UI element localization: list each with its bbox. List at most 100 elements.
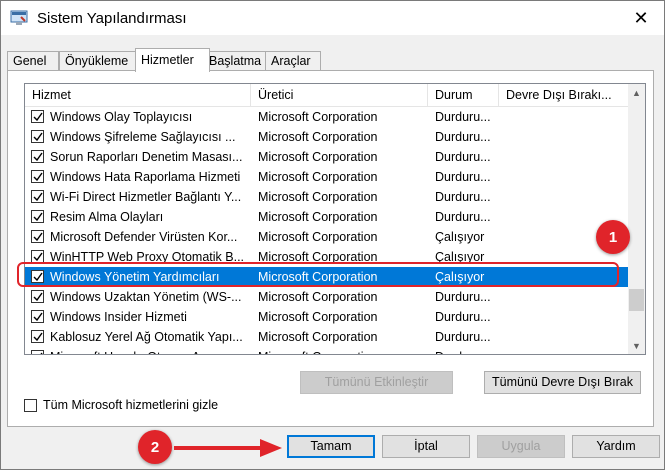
manufacturer-cell: Microsoft Corporation: [258, 150, 378, 164]
service-checkbox[interactable]: [31, 290, 44, 303]
window-title: Sistem Yapılandırması: [37, 10, 187, 27]
service-checkbox[interactable]: [31, 310, 44, 323]
status-cell: Durduru...: [435, 150, 491, 164]
disable-all-button[interactable]: Tümünü Devre Dışı Bırak: [484, 371, 641, 394]
service-checkbox[interactable]: [31, 150, 44, 163]
scrollbar-thumb[interactable]: [629, 289, 644, 311]
service-name-cell: WinHTTP Web Proxy Otomatik B...: [50, 250, 245, 264]
service-checkbox[interactable]: [31, 130, 44, 143]
checkmark-icon: [40, 352, 43, 354]
column-header-date-disabled[interactable]: Devre Dışı Bırakı...: [499, 84, 628, 106]
manufacturer-cell: Microsoft Corporation: [258, 347, 423, 354]
checkmark-icon: [33, 172, 43, 182]
list-header: Hizmet Üretici Durum Devre Dışı Bırakı..…: [25, 84, 628, 107]
vertical-scrollbar[interactable]: ▲ ▼: [628, 84, 645, 354]
table-row[interactable]: Kablosuz Yerel Ağ Otomatik Yapı... Micros…: [25, 327, 628, 347]
status-cell: Durduru...: [435, 130, 491, 144]
table-row[interactable]: Windows Olay Toplayıcısı Microsoft Corpor…: [25, 107, 628, 127]
service-checkbox[interactable]: [31, 230, 44, 243]
manufacturer-cell: Microsoft Corporation: [258, 250, 378, 264]
title-bar: Sistem Yapılandırması ✕: [1, 1, 664, 35]
status-cell: Durduru...: [435, 290, 491, 304]
table-row[interactable]: Microsoft Defender Virüsten Kor... Micros…: [25, 227, 628, 247]
checkmark-icon: [33, 152, 43, 162]
ok-button[interactable]: Tamam: [287, 435, 375, 458]
enable-all-button[interactable]: Tümünü Etkinleştir: [300, 371, 453, 394]
checkmark-icon: [33, 252, 43, 262]
table-row[interactable]: Windows Hata Raporlama Hizmeti Microsoft …: [25, 167, 628, 187]
tab-tools[interactable]: Araçlar: [265, 51, 321, 71]
tab-services[interactable]: Hizmetler: [135, 48, 210, 72]
manufacturer-cell: Microsoft Corporation: [258, 330, 378, 344]
column-header-manufacturer[interactable]: Üretici: [251, 84, 428, 106]
table-row[interactable]: Sorun Raporları Denetim Masası... Microso…: [25, 147, 628, 167]
msconfig-app-icon: [10, 10, 28, 25]
manufacturer-cell: Microsoft Corporation: [258, 210, 378, 224]
apply-button[interactable]: Uygula: [477, 435, 565, 458]
table-row[interactable]: Microsoft Hesabı Oturum Açma ... Microsof…: [25, 347, 628, 354]
checkmark-icon: [33, 312, 43, 322]
checkmark-icon: [33, 112, 43, 122]
table-row[interactable]: Windows Yönetim Yardımcıları Microsoft Co…: [25, 267, 628, 287]
service-name-cell: Windows Uzaktan Yönetim (WS-...: [50, 290, 242, 304]
service-checkbox[interactable]: [31, 270, 44, 283]
checkmark-icon: [33, 232, 43, 242]
service-checkbox[interactable]: [31, 170, 44, 183]
status-cell: Durduru...: [435, 110, 491, 124]
services-panel: Hizmet Üretici Durum Devre Dışı Bırakı..…: [7, 70, 654, 427]
hide-microsoft-services-checkbox[interactable]: [24, 399, 37, 412]
services-list[interactable]: Hizmet Üretici Durum Devre Dışı Bırakı..…: [24, 83, 646, 355]
checkmark-icon: [33, 212, 43, 222]
service-name-cell: Windows Olay Toplayıcısı: [50, 110, 193, 124]
table-row[interactable]: Wi-Fi Direct Hizmetler Bağlantı Y... Micr…: [25, 187, 628, 207]
status-cell: Durduru...: [435, 170, 491, 184]
scroll-up-arrow-icon[interactable]: ▲: [628, 84, 645, 101]
close-button[interactable]: ✕: [618, 1, 664, 35]
service-checkbox[interactable]: [31, 250, 44, 263]
service-name-cell: Resim Alma Olayları: [50, 210, 164, 224]
column-header-service[interactable]: Hizmet: [25, 84, 251, 106]
service-name-cell: Kablosuz Yerel Ağ Otomatik Yapı...: [50, 330, 243, 344]
manufacturer-cell: Microsoft Corporation: [258, 190, 378, 204]
manufacturer-cell: Microsoft Corporation: [258, 290, 378, 304]
step-badge-2: 2: [138, 430, 172, 464]
cancel-button[interactable]: İptal: [382, 435, 470, 458]
manufacturer-cell: Microsoft Corporation: [258, 110, 378, 124]
service-checkbox[interactable]: [31, 330, 44, 343]
table-row[interactable]: WinHTTP Web Proxy Otomatik B... Microsoft…: [25, 247, 628, 267]
manufacturer-cell: Microsoft Corporation: [258, 170, 378, 184]
status-cell: Çalışıyor: [435, 250, 485, 264]
tab-boot[interactable]: Önyükleme: [59, 51, 136, 71]
close-icon[interactable]: ✕: [633, 8, 648, 29]
status-cell: Durduru...: [435, 310, 491, 324]
status-cell: Durduru...: [435, 330, 491, 344]
service-name-cell: Windows Şifreleme Sağlayıcısı ...: [50, 130, 236, 144]
help-button[interactable]: Yardım: [572, 435, 660, 458]
service-name-cell: Microsoft Hesabı Oturum Açma ...: [50, 347, 245, 354]
tab-startup[interactable]: Başlatma: [203, 51, 270, 71]
status-cell: Çalışıyor: [435, 270, 485, 284]
checkmark-icon: [33, 332, 43, 342]
status-cell: Durduru...: [435, 190, 491, 204]
status-cell: Çalışıyor: [435, 230, 485, 244]
service-checkbox[interactable]: [31, 190, 44, 203]
checkmark-icon: [33, 292, 43, 302]
tab-general[interactable]: Genel: [7, 51, 59, 71]
service-checkbox[interactable]: [31, 110, 44, 123]
scroll-down-arrow-icon[interactable]: ▼: [628, 337, 645, 354]
table-row[interactable]: Windows Insider Hizmeti Microsoft Corpora…: [25, 307, 628, 327]
service-checkbox[interactable]: [31, 210, 44, 223]
checkmark-icon: [33, 272, 43, 282]
checkmark-icon: [33, 132, 43, 142]
manufacturer-cell: Microsoft Corporation: [258, 230, 378, 244]
manufacturer-cell: Microsoft Corporation: [258, 130, 378, 144]
service-name-cell: Sorun Raporları Denetim Masası...: [50, 150, 243, 164]
status-cell: Durduru...: [435, 210, 491, 224]
table-row[interactable]: Windows Şifreleme Sağlayıcısı ... Microso…: [25, 127, 628, 147]
service-checkbox[interactable]: [31, 350, 44, 354]
manufacturer-cell: Microsoft Corporation: [258, 310, 378, 324]
step-badge-1: 1: [596, 220, 630, 254]
table-row[interactable]: Windows Uzaktan Yönetim (WS-... Microsoft…: [25, 287, 628, 307]
column-header-status[interactable]: Durum: [428, 84, 499, 106]
table-row[interactable]: Resim Alma Olayları Microsoft Corporation…: [25, 207, 628, 227]
